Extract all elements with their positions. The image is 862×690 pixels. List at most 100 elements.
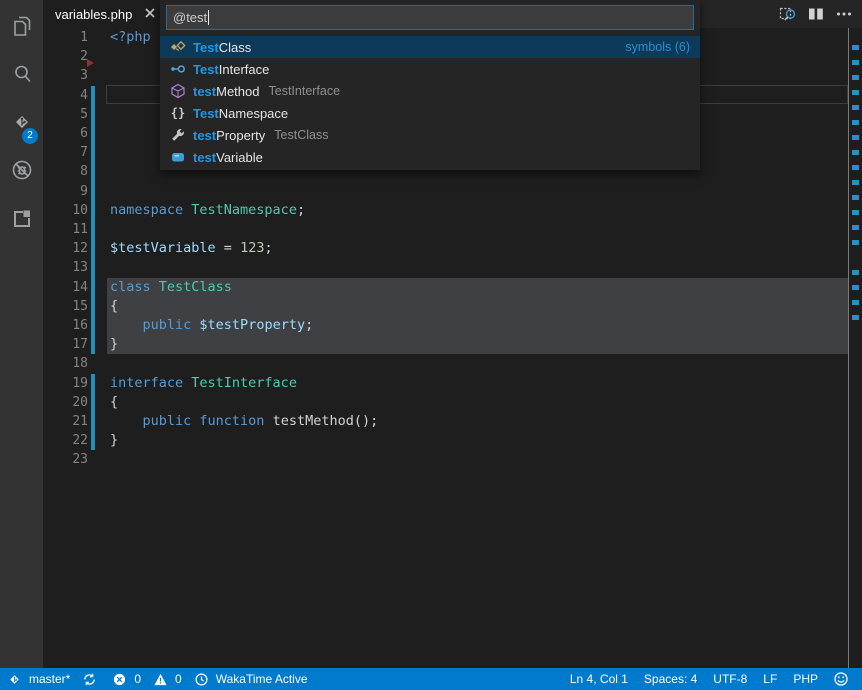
code-token: testMethod();	[273, 413, 379, 429]
line-number: 19	[43, 374, 88, 393]
symbol-item[interactable]: testPropertyTestClass	[160, 124, 700, 146]
code-token: $testProperty	[199, 317, 305, 333]
symbol-label: TestNamespace	[193, 106, 288, 121]
status-item-ln-4-col-1[interactable]: Ln 4, Col 1	[570, 672, 628, 686]
symbol-match: test	[193, 128, 216, 143]
status-item-spaces-4[interactable]: Spaces: 4	[644, 672, 697, 686]
code-token: ;	[305, 317, 313, 333]
code-token: namespace	[110, 202, 191, 218]
code-token: TestClass	[159, 279, 232, 295]
code-line	[110, 220, 848, 239]
status-label: UTF-8	[713, 672, 747, 686]
split-editor-icon[interactable]	[802, 0, 830, 28]
symbol-rest: Method	[216, 84, 259, 99]
status-item-0[interactable]: 0	[113, 672, 141, 686]
symbol-rest: Class	[219, 40, 252, 55]
code-line: interface TestInterface	[110, 374, 848, 393]
activity-item-explorer[interactable]	[0, 4, 43, 52]
symbol-list: TestClasssymbols (6)TestInterfacetestMet…	[160, 36, 700, 170]
ruler-modified-mark	[852, 315, 859, 320]
activity-item-search[interactable]	[0, 52, 43, 100]
status-item-php[interactable]: PHP	[793, 672, 818, 686]
code-line: }	[110, 335, 848, 354]
status-label: Spaces: 4	[644, 672, 697, 686]
code-token: {	[110, 394, 118, 410]
debug-icon	[9, 157, 35, 188]
interface-icon	[170, 61, 186, 77]
code-line: {	[110, 297, 848, 316]
ruler-modified-mark	[852, 45, 859, 50]
status-bar: master* 00 WakaTime Active Ln 4, Col 1 Spac…	[0, 668, 862, 690]
line-number: 23	[43, 450, 88, 469]
line-number: 17	[43, 335, 88, 354]
gutter-marker-icon	[87, 59, 94, 67]
symbol-item[interactable]: TestClasssymbols (6)	[160, 36, 700, 58]
symbol-item[interactable]: testMethod TestInterface	[160, 80, 700, 102]
code-token: TestInterface	[191, 375, 297, 391]
code-token: =	[216, 240, 240, 256]
symbol-item[interactable]: TestInterface	[160, 58, 700, 80]
ruler-modified-mark	[852, 60, 859, 65]
code-token: public	[143, 317, 200, 333]
code-token	[110, 413, 143, 429]
ruler-modified-mark	[852, 165, 859, 170]
code-token: public function	[143, 413, 273, 429]
line-number: 13	[43, 258, 88, 277]
code-line: public function testMethod();	[110, 412, 848, 431]
status-item-0[interactable]: 0	[154, 672, 182, 686]
ruler-modified-mark	[852, 210, 859, 215]
status-label: master*	[29, 672, 70, 686]
line-number: 18	[43, 354, 88, 373]
code-token: TestNamespace	[191, 202, 297, 218]
status-item-wakatime-active[interactable]: WakaTime Active	[195, 672, 308, 686]
tab-variables-php[interactable]: variables.php	[43, 0, 168, 28]
git-modified-bar	[91, 374, 95, 451]
symbol-item[interactable]: testVariable	[160, 146, 700, 168]
smiley-icon	[834, 672, 852, 686]
status-item-lf[interactable]: LF	[763, 672, 777, 686]
more-actions-icon[interactable]	[830, 0, 858, 28]
symbol-item[interactable]: {}TestNamespace	[160, 102, 700, 124]
symbol-match: test	[193, 150, 216, 165]
line-number: 6	[43, 124, 88, 143]
line-number: 7	[43, 143, 88, 162]
status-label: 0	[134, 672, 141, 686]
line-number: 4	[43, 86, 88, 105]
code-token: $testVariable	[110, 240, 216, 256]
line-number: 15	[43, 297, 88, 316]
status-item-smiley-icon[interactable]	[834, 672, 852, 686]
line-number: 14	[43, 278, 88, 297]
line-number: 11	[43, 220, 88, 239]
symbol-label: TestInterface	[193, 62, 269, 77]
method-icon	[170, 83, 186, 99]
ruler-modified-mark	[852, 195, 859, 200]
find-in-file-icon[interactable]	[774, 0, 802, 28]
activity-item-debug[interactable]	[0, 148, 43, 196]
symbol-description: TestInterface	[269, 84, 341, 98]
source-control-badge: 2	[22, 128, 38, 144]
code-line	[110, 258, 848, 277]
symbol-label: testMethod	[193, 84, 260, 99]
code-token: }	[110, 432, 118, 448]
status-label: WakaTime Active	[216, 672, 308, 686]
tab-label: variables.php	[55, 7, 132, 22]
activity-item-source-control[interactable]: 2	[0, 100, 43, 148]
status-label: PHP	[793, 672, 818, 686]
explorer-icon	[9, 13, 35, 44]
symbol-label: TestClass	[193, 40, 251, 55]
quick-open-widget: @test TestClasssymbols (6)TestInterfacet…	[160, 0, 700, 170]
ruler-modified-mark	[852, 285, 859, 290]
code-token: }	[110, 336, 118, 352]
line-number: 22	[43, 431, 88, 450]
status-item-sync-icon[interactable]	[83, 673, 100, 686]
status-item-master[interactable]: master*	[8, 672, 70, 686]
overview-ruler[interactable]	[848, 28, 862, 668]
quick-open-input[interactable]: @test	[166, 5, 694, 30]
code-line	[110, 354, 848, 373]
activity-item-extensions[interactable]	[0, 196, 43, 244]
line-number: 16	[43, 316, 88, 335]
status-item-utf-8[interactable]: UTF-8	[713, 672, 747, 686]
line-number: 10	[43, 201, 88, 220]
tab-close-icon[interactable]	[142, 6, 158, 22]
symbol-match: Test	[193, 40, 219, 55]
